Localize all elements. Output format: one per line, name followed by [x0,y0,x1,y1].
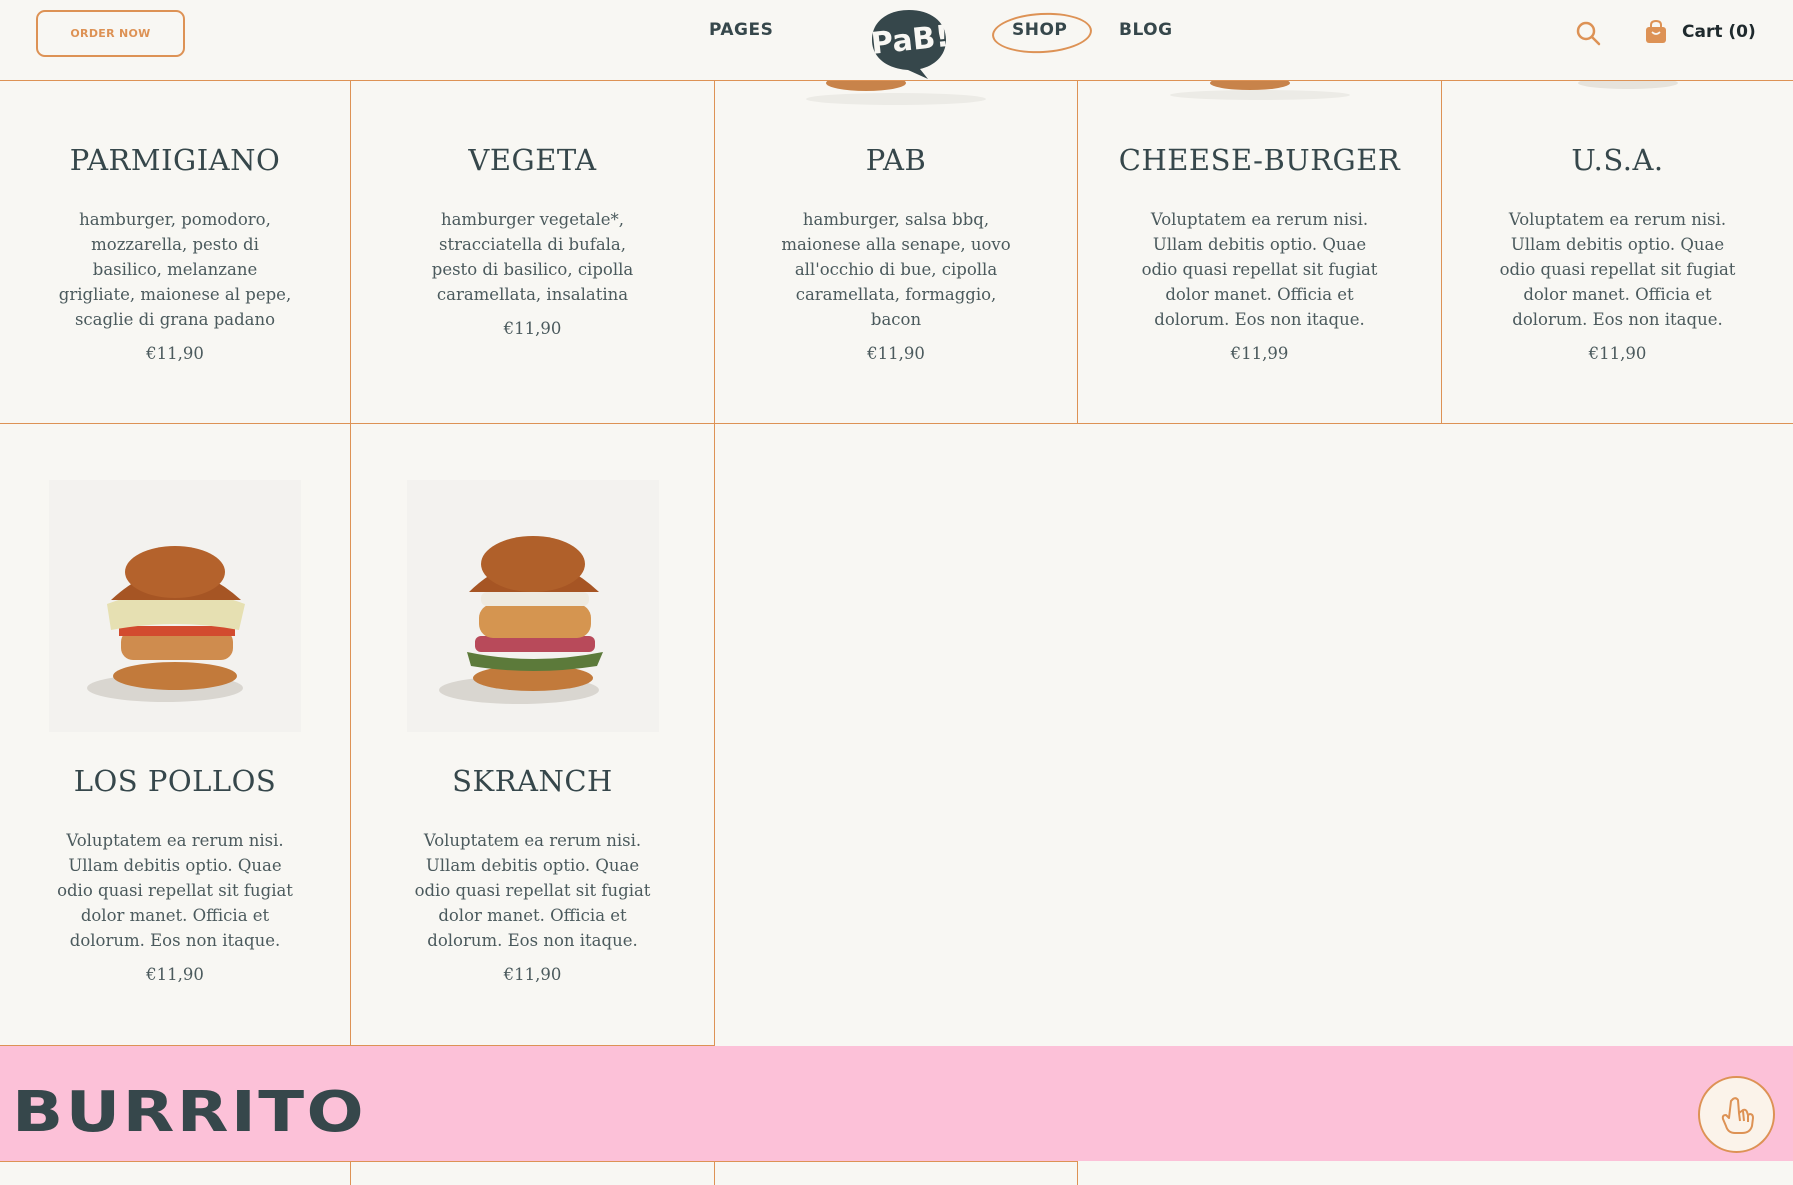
product-card[interactable]: VEGETA hamburger vegetale*, stracciatell… [351,81,715,424]
shopping-bag-icon [1646,19,1666,43]
product-title[interactable]: LOS POLLOS [0,764,350,798]
product-card[interactable]: PAB hamburger, salsa bbq, maionese alla … [715,81,1078,424]
next-grid-row [0,1161,1793,1185]
logo[interactable]: PaB! [868,8,950,80]
category-title: BURRITO [12,1080,367,1145]
product-description: hamburger, pomodoro, mozzarella, pesto d… [57,207,293,366]
product-description: Voluptatem ea rerum nisi. Ullam debitis … [1500,207,1736,366]
product-price: €11,90 [146,965,204,984]
product-title[interactable]: SKRANCH [351,764,714,798]
product-price: €11,90 [503,965,562,984]
burger-image[interactable] [406,480,659,732]
product-price: €11,90 [146,344,204,363]
nav-pages[interactable]: PAGES [709,20,773,40]
scroll-button[interactable] [1698,1076,1775,1153]
cart-label: Cart (0) [1682,22,1756,42]
burger-image [1169,81,1350,100]
product-price: €11,90 [1588,344,1647,363]
product-price: €11,99 [1230,344,1289,363]
nav-blog[interactable]: BLOG [1119,20,1173,40]
product-description: Voluptatem ea rerum nisi. Ullam debitis … [1142,207,1378,366]
burger-image[interactable] [49,480,301,732]
site-header: ORDER NOW PAGES PaB! SHOP BLOG Cart (0) [0,0,1793,81]
product-card[interactable] [715,1161,1078,1185]
product-description: Voluptatem ea rerum nisi. Ullam debitis … [57,828,293,987]
product-price: €11,90 [867,344,925,363]
order-now-button[interactable]: ORDER NOW [36,10,185,57]
hand-pointer-icon [1721,1096,1754,1134]
product-title[interactable]: PAB [715,143,1077,177]
product-description: hamburger, salsa bbq, maionese alla sena… [778,207,1014,366]
product-title[interactable]: CHEESE-BURGER [1078,143,1441,177]
category-banner: BURRITO [0,1046,1793,1161]
product-card[interactable]: U.S.A. Voluptatem ea rerum nisi. Ullam d… [1442,81,1793,424]
product-description: Voluptatem ea rerum nisi. Ullam debitis … [415,828,651,987]
nav-shop[interactable]: SHOP [1012,20,1067,40]
product-price: €11,90 [503,319,562,338]
product-card[interactable]: CHEESE-BURGER Voluptatem ea rerum nisi. … [1078,81,1442,424]
product-description: hamburger vegetale*, stracciatella di bu… [415,207,651,341]
burger-image [1577,81,1678,89]
product-card[interactable]: PARMIGIANO hamburger, pomodoro, mozzarel… [0,81,351,424]
product-card[interactable] [0,1161,351,1185]
search-icon[interactable] [1575,20,1601,46]
cart-link[interactable]: Cart (0) [1644,17,1756,47]
product-title[interactable]: U.S.A. [1442,143,1793,177]
product-card[interactable]: SKRANCH Voluptatem ea rerum nisi. Ullam … [351,424,715,1046]
burger-image [806,81,986,105]
product-title[interactable]: VEGETA [351,143,714,177]
product-card[interactable]: LOS POLLOS Voluptatem ea rerum nisi. Ull… [0,424,351,1046]
product-card[interactable] [351,1161,715,1185]
product-title[interactable]: PARMIGIANO [0,143,350,177]
